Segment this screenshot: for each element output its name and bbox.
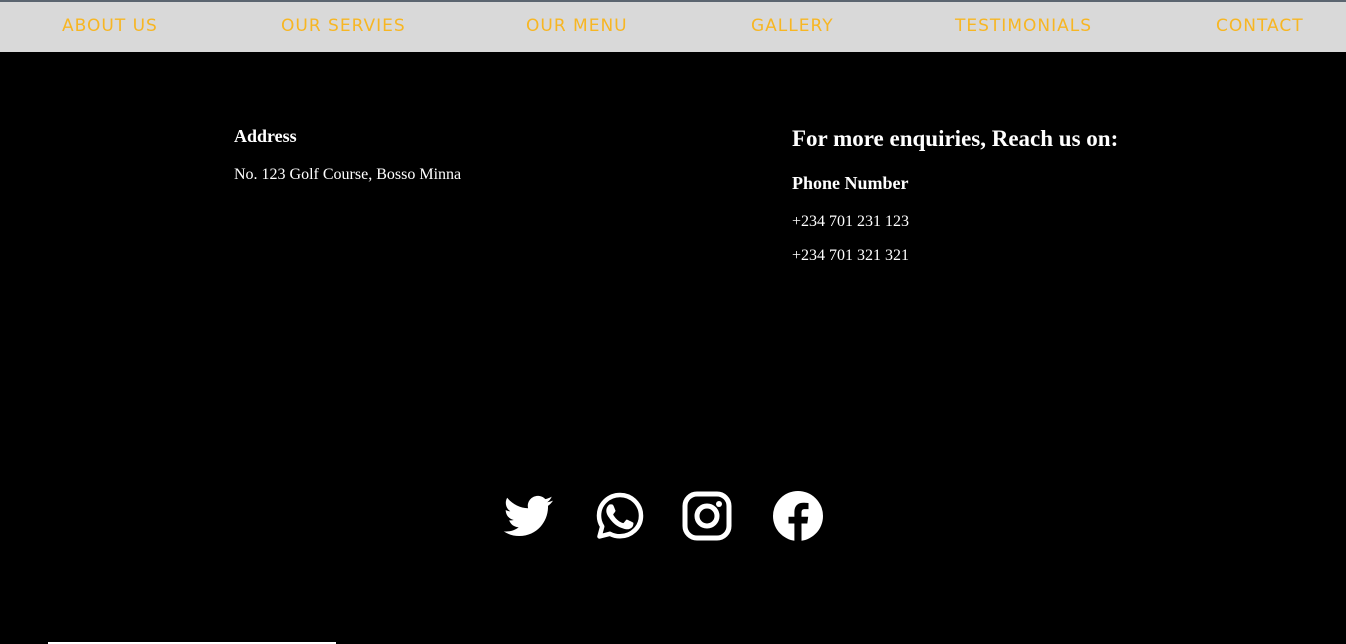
phone-number-2: +234 701 321 321 <box>792 247 910 264</box>
top-navbar: ABOUT US OUR SERVIES OUR MENU GALLERY TE… <box>0 2 1346 52</box>
nav-link-gallery[interactable]: GALLERY <box>751 16 834 36</box>
enquiry-block: For more enquiries, Reach us on: Phone N… <box>792 125 1242 264</box>
phone-number-1: +234 701 231 123 <box>792 213 910 230</box>
nav-link-contact[interactable]: CONTACT <box>1216 16 1304 36</box>
nav-link-testimonials[interactable]: TESTIMONIALS <box>955 16 1092 36</box>
twitter-icon[interactable] <box>500 488 556 544</box>
whatsapp-icon[interactable] <box>592 488 648 544</box>
nav-link-our-menu[interactable]: OUR MENU <box>526 16 628 36</box>
social-links <box>500 488 830 544</box>
phone-heading: Phone Number <box>792 173 909 193</box>
instagram-icon[interactable] <box>679 488 735 544</box>
address-block: Address No. 123 Golf Course, Bosso Minna <box>234 125 654 183</box>
nav-link-about-us[interactable]: ABOUT US <box>62 16 158 36</box>
enquiry-title: For more enquiries, Reach us on: <box>792 126 1119 151</box>
facebook-icon[interactable] <box>770 488 826 544</box>
address-heading: Address <box>234 126 297 146</box>
address-text: No. 123 Golf Course, Bosso Minna <box>234 166 462 183</box>
nav-link-our-services[interactable]: OUR SERVIES <box>281 16 406 36</box>
footer: Address No. 123 Golf Course, Bosso Minna… <box>0 52 1346 644</box>
